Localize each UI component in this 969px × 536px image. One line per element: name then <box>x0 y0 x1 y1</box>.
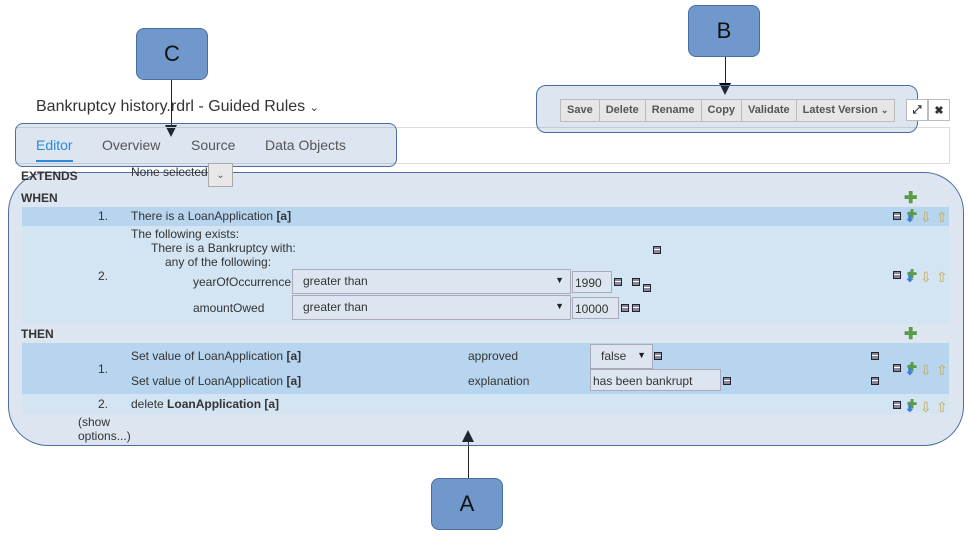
right-border <box>949 127 950 163</box>
tab-data-objects[interactable]: Data Objects <box>265 137 346 153</box>
action-text: Set value of LoanApplication [a] <box>131 374 302 388</box>
extends-label: EXTENDS <box>21 169 78 183</box>
row-number: 2. <box>98 269 109 283</box>
insert-add-icon[interactable]: ✚ <box>907 397 917 411</box>
insert-add-icon[interactable]: ✚ <box>907 207 917 221</box>
remove-icon[interactable] <box>893 271 901 279</box>
validate-button[interactable]: Validate <box>742 100 797 121</box>
chevron-down-icon[interactable]: ⌄ <box>310 102 319 114</box>
delete-action-text: delete LoanApplication [a] <box>131 397 280 411</box>
copy-button[interactable]: Copy <box>702 100 743 121</box>
toolbar: Save Delete Rename Copy Validate Latest … <box>560 99 896 122</box>
operator-value: greater than <box>303 274 368 288</box>
remove-icon[interactable] <box>893 364 901 372</box>
row-number: 1. <box>98 362 109 376</box>
move-up-icon[interactable]: ⇧ <box>936 270 948 284</box>
delete-button[interactable]: Delete <box>600 100 646 121</box>
move-down-icon[interactable]: ⇩ <box>920 270 932 284</box>
remove-icon[interactable] <box>632 278 640 286</box>
latest-version-button[interactable]: Latest Version ⌄ <box>797 100 895 121</box>
row-number: 1. <box>98 209 109 223</box>
condition-text: There is a LoanApplication [a] <box>131 209 292 223</box>
operator-select[interactable]: greater than ▼ <box>292 269 571 294</box>
field-label: amountOwed <box>193 301 265 315</box>
remove-icon[interactable] <box>632 304 640 312</box>
latest-version-label: Latest Version <box>802 104 878 116</box>
remove-icon[interactable] <box>654 352 662 360</box>
callout-b-line <box>725 57 726 84</box>
extends-value: None selected <box>131 165 208 179</box>
callout-b: B <box>688 5 760 57</box>
add-action-icon[interactable]: ✚ <box>904 327 917 343</box>
move-up-icon[interactable]: ⇧ <box>936 363 948 377</box>
add-condition-icon[interactable]: ✚ <box>904 191 917 207</box>
move-up-icon[interactable]: ⇧ <box>936 400 948 414</box>
then-label: THEN <box>21 327 54 341</box>
move-up-icon[interactable]: ⇧ <box>936 210 948 224</box>
tab-active-indicator <box>36 160 73 162</box>
action-field: approved <box>468 349 519 363</box>
page-title[interactable]: Bankruptcy history.rdrl - Guided Rules ⌄ <box>36 98 319 116</box>
remove-icon[interactable] <box>643 284 651 292</box>
remove-icon[interactable] <box>871 377 879 385</box>
bankruptcy-text: There is a Bankruptcy with: <box>151 241 296 255</box>
callout-c: C <box>136 28 208 80</box>
extends-dropdown-button[interactable]: ⌄ <box>208 163 233 187</box>
rename-button[interactable]: Rename <box>646 100 702 121</box>
tab-overview[interactable]: Overview <box>102 137 160 153</box>
value-input[interactable]: 1990 <box>572 271 612 293</box>
chevron-down-icon: ⌄ <box>880 105 889 115</box>
action-field: explanation <box>468 374 530 388</box>
save-button[interactable]: Save <box>561 100 600 121</box>
remove-icon[interactable] <box>893 212 901 220</box>
any-of-text: any of the following: <box>165 255 272 269</box>
dropdown-caret-icon: ▼ <box>555 301 564 311</box>
field-label: yearOfOccurrence <box>193 275 292 289</box>
remove-icon[interactable] <box>614 278 622 286</box>
close-icon[interactable]: ✖ <box>928 99 950 121</box>
remove-icon[interactable] <box>871 352 879 360</box>
approved-value: false <box>601 349 627 363</box>
callout-a: A <box>431 478 503 530</box>
approved-select[interactable]: false ▼ <box>590 344 653 369</box>
tab-editor[interactable]: Editor <box>36 137 73 153</box>
move-down-icon[interactable]: ⇩ <box>920 363 932 377</box>
move-down-icon[interactable]: ⇩ <box>920 400 932 414</box>
operator-value: greater than <box>303 300 368 314</box>
exists-text: The following exists: <box>131 227 240 241</box>
dropdown-caret-icon: ▼ <box>637 350 646 360</box>
operator-select[interactable]: greater than ▼ <box>292 295 571 320</box>
remove-icon[interactable] <box>723 377 731 385</box>
row-number: 2. <box>98 397 109 411</box>
explanation-input[interactable]: has been bankrupt <box>590 369 721 391</box>
remove-icon[interactable] <box>621 304 629 312</box>
dropdown-caret-icon: ▼ <box>555 275 564 285</box>
remove-icon[interactable] <box>893 401 901 409</box>
value-input[interactable]: 10000 <box>572 297 619 319</box>
move-down-icon[interactable]: ⇩ <box>920 210 932 224</box>
insert-add-icon[interactable]: ✚ <box>907 360 917 374</box>
expand-icon[interactable]: ⤢ <box>906 99 928 121</box>
remove-icon[interactable] <box>653 246 661 254</box>
insert-add-icon[interactable]: ✚ <box>907 267 917 281</box>
page-title-text: Bankruptcy history.rdrl - Guided Rules <box>36 98 306 115</box>
show-options-link[interactable]: (show options...) <box>78 415 138 443</box>
tab-source[interactable]: Source <box>191 137 235 153</box>
action-text: Set value of LoanApplication [a] <box>131 349 302 363</box>
when-label: WHEN <box>21 191 58 205</box>
